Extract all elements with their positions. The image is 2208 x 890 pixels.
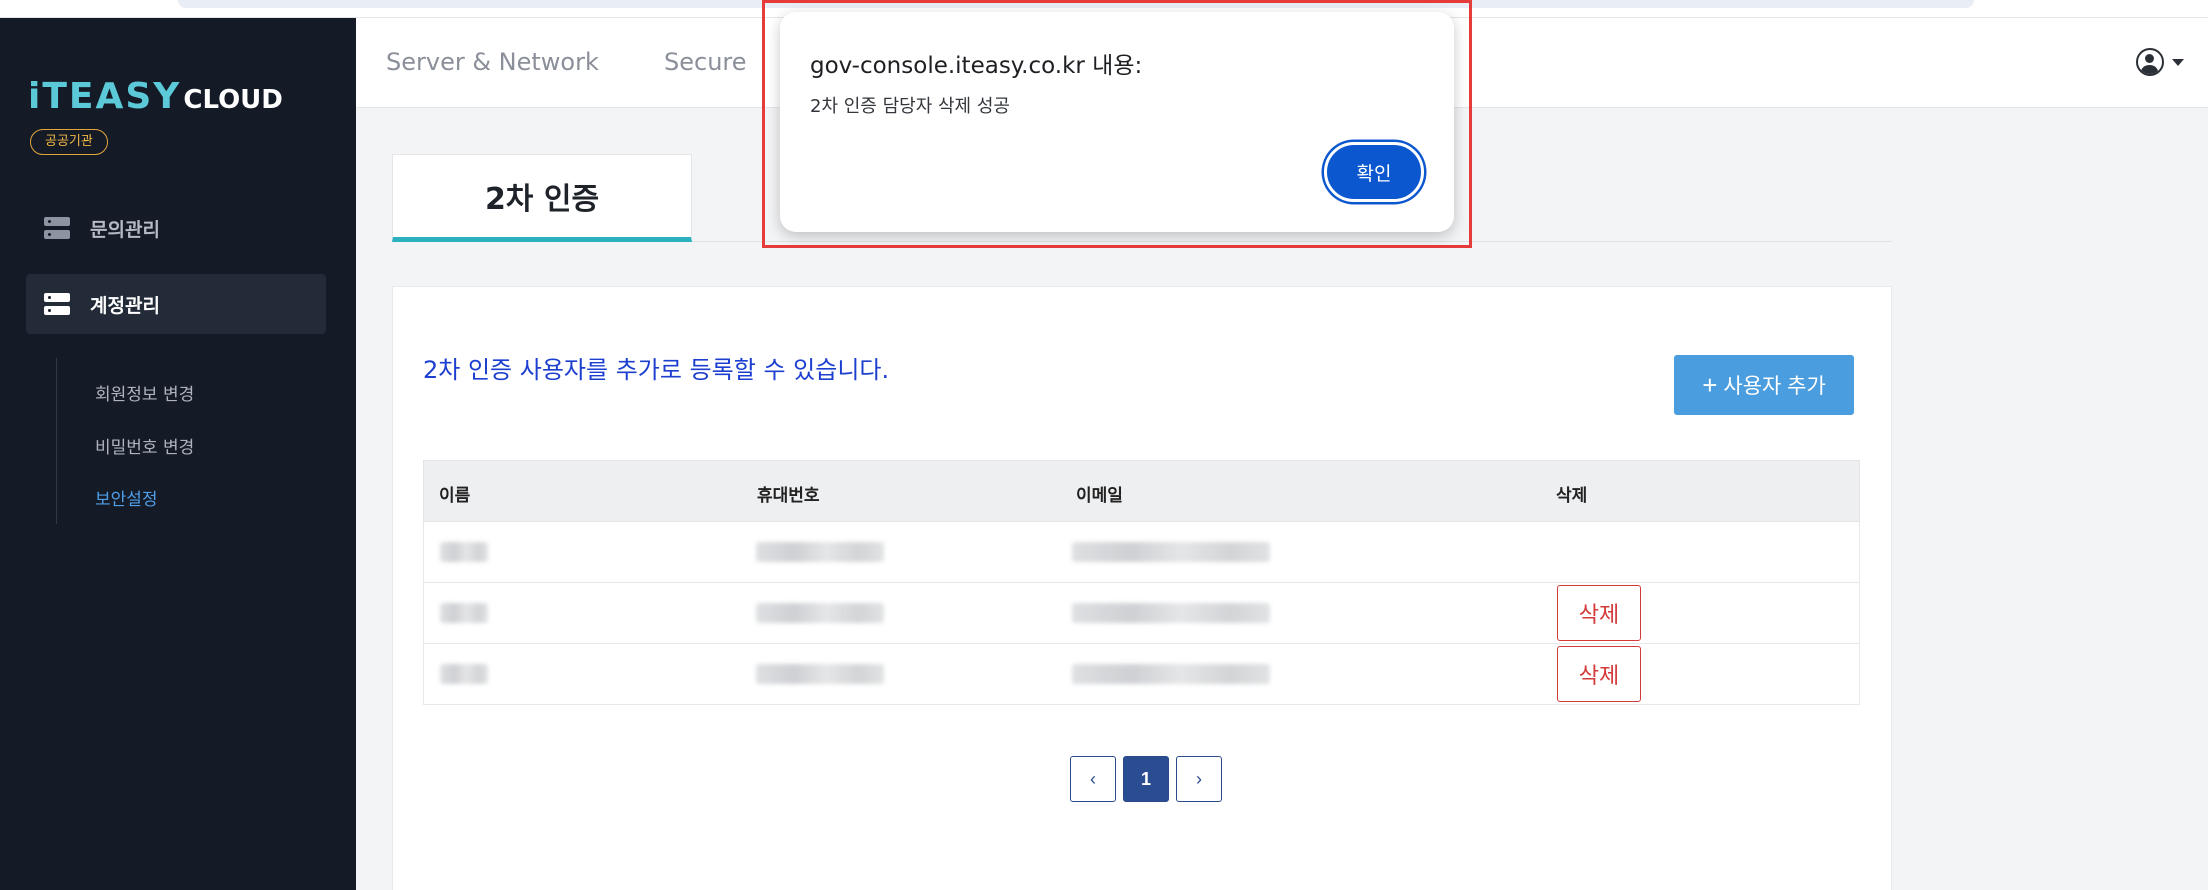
two-factor-users-table: 이름 휴대번호 이메일 삭제 삭제 삭제 — [423, 460, 1860, 705]
sub-item-member-info[interactable]: 회원정보 변경 — [95, 380, 194, 405]
logo[interactable]: iTEASY CLOUD — [28, 76, 283, 120]
add-user-label: 사용자 추가 — [1723, 375, 1826, 398]
redacted-name — [440, 603, 488, 623]
table-row: 삭제 — [423, 583, 1860, 644]
user-menu[interactable] — [2136, 48, 2184, 76]
delete-button[interactable]: 삭제 — [1557, 585, 1641, 641]
logo-main-text: iTEASY — [28, 76, 182, 117]
sub-item-security[interactable]: 보안설정 — [95, 485, 158, 510]
sidebar-item-label: 계정관리 — [90, 294, 160, 317]
tab-label: 2차 인증 — [484, 182, 600, 217]
server-icon — [44, 293, 70, 315]
redacted-email — [1072, 542, 1270, 562]
next-page-button[interactable]: › — [1176, 756, 1222, 802]
public-agency-badge: 공공기관 — [30, 129, 108, 155]
add-user-button[interactable]: + 사용자 추가 — [1674, 355, 1854, 415]
server-icon — [44, 217, 70, 239]
column-header-phone: 휴대번호 — [757, 486, 820, 506]
chevron-down-icon — [2172, 58, 2184, 66]
plus-icon: + — [1702, 369, 1718, 400]
table-row: 삭제 — [423, 644, 1860, 705]
redacted-email — [1072, 664, 1270, 684]
table-row — [423, 522, 1860, 583]
user-account-icon — [2136, 48, 2164, 76]
account-sub-menu: 회원정보 변경 비밀번호 변경 보안설정 — [56, 358, 256, 524]
redacted-phone — [756, 664, 884, 684]
top-nav-server-network[interactable]: Server & Network — [386, 48, 599, 76]
redacted-name — [440, 542, 488, 562]
pagination: ‹ 1 › — [1070, 756, 1229, 802]
column-header-name: 이름 — [439, 486, 471, 506]
page-1-button[interactable]: 1 — [1123, 756, 1169, 802]
top-nav-secure[interactable]: Secure — [664, 48, 747, 76]
app-root: iTEASY CLOUD 공공기관 문의관리 계정관리 회원정보 변경 비밀번호… — [0, 0, 2208, 890]
section-description: 2차 인증 사용자를 추가로 등록할 수 있습니다. — [423, 356, 890, 384]
redacted-email — [1072, 603, 1270, 623]
redacted-phone — [756, 542, 884, 562]
table-header: 이름 휴대번호 이메일 삭제 — [423, 460, 1860, 522]
sub-item-password[interactable]: 비밀번호 변경 — [95, 433, 194, 458]
logo-sub-text: CLOUD — [183, 85, 283, 115]
redacted-name — [440, 664, 488, 684]
column-header-delete: 삭제 — [1556, 486, 1588, 506]
column-header-email: 이메일 — [1076, 486, 1123, 506]
alert-dialog: gov-console.iteasy.co.kr 내용: 2차 인증 담당자 삭… — [780, 12, 1454, 232]
dialog-title: gov-console.iteasy.co.kr 내용: — [810, 53, 1143, 79]
prev-page-button[interactable]: ‹ — [1070, 756, 1116, 802]
dialog-message: 2차 인증 담당자 삭제 성공 — [810, 96, 1010, 117]
sidebar-item-account[interactable]: 계정관리 — [26, 274, 326, 334]
sidebar-item-label: 문의관리 — [90, 218, 160, 241]
sidebar: iTEASY CLOUD 공공기관 문의관리 계정관리 회원정보 변경 비밀번호… — [0, 18, 356, 890]
redacted-phone — [756, 603, 884, 623]
delete-button[interactable]: 삭제 — [1557, 646, 1641, 702]
sidebar-item-inquiry[interactable]: 문의관리 — [26, 198, 326, 258]
tab-two-factor[interactable]: 2차 인증 — [392, 154, 692, 242]
confirm-button[interactable]: 확인 — [1324, 142, 1424, 202]
